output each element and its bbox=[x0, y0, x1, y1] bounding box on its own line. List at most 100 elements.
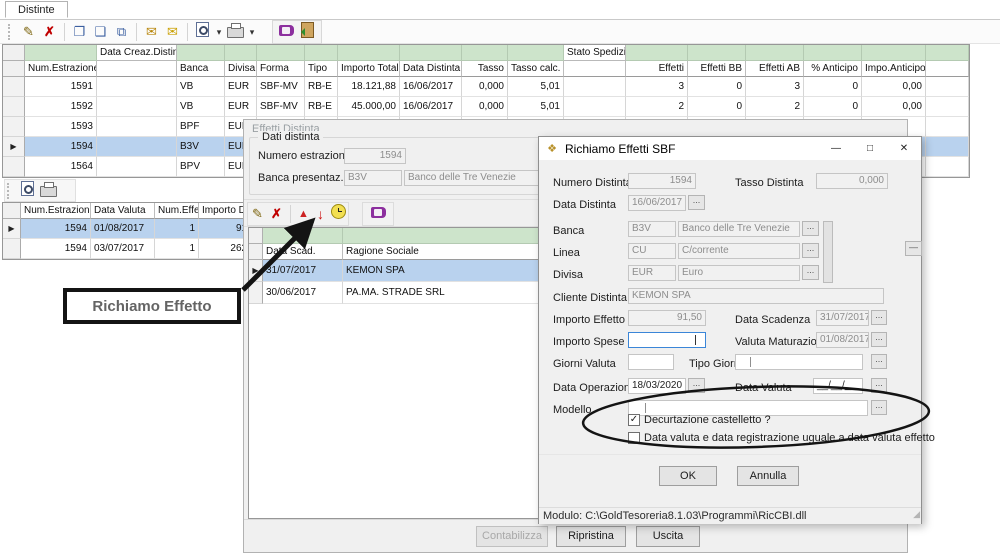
minimize-button[interactable]: — bbox=[819, 137, 853, 160]
richiamo-effetto-icon[interactable]: ↓ bbox=[312, 204, 329, 224]
help-book-icon[interactable] bbox=[368, 204, 389, 224]
column-header[interactable]: Tipo bbox=[305, 61, 338, 77]
row-selector[interactable] bbox=[3, 239, 21, 259]
column-header[interactable] bbox=[97, 61, 177, 77]
clock-icon[interactable] bbox=[329, 204, 348, 224]
mail-icon[interactable]: ✉ bbox=[162, 22, 183, 42]
column-header[interactable]: Data Scad. bbox=[263, 244, 343, 260]
column-header[interactable]: Banca bbox=[177, 61, 225, 77]
data-scadenza-field[interactable]: 31/07/2017 bbox=[816, 310, 869, 326]
column-header[interactable]: Effetti BB bbox=[688, 61, 746, 77]
row-selector-current[interactable]: ▶ bbox=[3, 137, 25, 157]
edit-icon[interactable]: ✎ bbox=[248, 204, 267, 224]
banca-browse-button[interactable]: ... bbox=[802, 221, 819, 236]
resize-grip-icon[interactable]: ◢ bbox=[913, 509, 920, 520]
column-header[interactable]: Impo.Anticipo bbox=[862, 61, 926, 77]
tipo-giorni-field[interactable] bbox=[735, 354, 863, 370]
column-header[interactable]: Data Valuta bbox=[91, 203, 155, 219]
row-selector[interactable] bbox=[3, 157, 25, 177]
data-operazione-browse-button[interactable]: ... bbox=[688, 378, 705, 393]
data-valuta-field[interactable]: __/__/____ bbox=[813, 378, 863, 394]
divisa-browse-button[interactable]: ... bbox=[802, 265, 819, 280]
help-book-icon[interactable] bbox=[276, 22, 297, 42]
print-icon[interactable] bbox=[38, 181, 59, 201]
toolbar-drag-handle[interactable] bbox=[8, 24, 13, 40]
data-valuta-browse-button[interactable]: ... bbox=[871, 378, 887, 393]
collapse-button[interactable]: — bbox=[905, 241, 922, 256]
delete-icon[interactable]: ✗ bbox=[267, 204, 286, 224]
data-distinta-field[interactable]: 16/06/2017 bbox=[628, 195, 686, 211]
column-header[interactable] bbox=[926, 61, 969, 77]
ripristina-button[interactable]: Ripristina bbox=[556, 526, 626, 547]
column-header[interactable]: % Anticipo bbox=[804, 61, 862, 77]
cascade-windows-icon[interactable]: ⧉ bbox=[111, 22, 132, 42]
column-header[interactable] bbox=[564, 61, 626, 77]
print-preview-icon[interactable] bbox=[17, 181, 38, 201]
table-row[interactable]: 1592VBEURSBF-MVRB-E45.000,0016/06/20170,… bbox=[3, 97, 969, 117]
vertical-scrollbar[interactable] bbox=[823, 221, 833, 283]
divisa-desc-field[interactable]: Euro bbox=[678, 265, 800, 281]
valuta-maturazione-field[interactable]: 01/08/2017 bbox=[816, 332, 869, 348]
data-distinta-browse-button[interactable]: ... bbox=[688, 195, 705, 210]
column-header[interactable]: Divisa bbox=[225, 61, 257, 77]
contabilizza-button[interactable]: Contabilizza bbox=[476, 526, 548, 547]
linea-code-field[interactable]: CU bbox=[628, 243, 676, 259]
giorni-valuta-field[interactable] bbox=[628, 354, 674, 370]
toolbar-drag-handle[interactable] bbox=[7, 183, 12, 199]
column-header[interactable]: Num.Estrazione bbox=[25, 61, 97, 77]
warning-triangle-icon[interactable]: ▲ bbox=[295, 204, 312, 224]
importo-spese-field[interactable] bbox=[628, 332, 706, 348]
column-header[interactable]: Num.Estrazione bbox=[21, 203, 91, 219]
row-selector-current[interactable]: ▶ bbox=[3, 219, 21, 239]
close-button[interactable]: ✕ bbox=[887, 137, 921, 160]
table-row[interactable]: ▶159401/08/2017191,50 bbox=[3, 219, 265, 239]
dialog-titlebar[interactable]: ❖ Richiamo Effetti SBF — □ ✕ bbox=[539, 137, 921, 160]
ok-button[interactable]: OK bbox=[659, 466, 717, 486]
banca-presentaz-code-field[interactable]: B3V bbox=[344, 170, 402, 186]
print-icon[interactable] bbox=[225, 22, 246, 42]
importo-effetto-field[interactable]: 91,50 bbox=[628, 310, 706, 326]
tipo-giorni-browse-button[interactable]: ... bbox=[871, 354, 887, 369]
column-group-header[interactable]: Stato Spedizione bbox=[564, 45, 626, 61]
tab-distinte[interactable]: Distinte bbox=[5, 1, 68, 18]
chevron-down-icon[interactable]: ▾ bbox=[213, 22, 225, 42]
column-header[interactable]: Tasso calc. bbox=[508, 61, 564, 77]
data-valuta-uguale-checkbox[interactable] bbox=[628, 432, 640, 444]
column-header[interactable]: Data Distinta bbox=[400, 61, 462, 77]
table-row[interactable]: 1591VBEURSBF-MVRB-E18.121,8816/06/20170,… bbox=[3, 77, 969, 97]
uscita-button[interactable]: Uscita bbox=[636, 526, 700, 547]
numero-estrazione-field[interactable]: 1594 bbox=[344, 148, 406, 164]
numero-distinta-field[interactable]: 1594 bbox=[628, 173, 696, 189]
divisa-code-field[interactable]: EUR bbox=[628, 265, 676, 281]
cliente-distinta-field[interactable]: KEMON SPA bbox=[628, 288, 884, 304]
banca-desc-field[interactable]: Banco delle Tre Venezie bbox=[678, 221, 800, 237]
row-selector[interactable] bbox=[249, 282, 263, 304]
data-operazione-field[interactable]: 18/03/2020 bbox=[628, 378, 686, 394]
decurtazione-checkbox[interactable]: ✓ bbox=[628, 414, 640, 426]
delete-icon[interactable]: ✗ bbox=[39, 22, 60, 42]
row-selector[interactable] bbox=[3, 77, 25, 97]
column-header[interactable]: Effetti bbox=[626, 61, 688, 77]
linea-browse-button[interactable]: ... bbox=[802, 243, 819, 258]
banca-code-field[interactable]: B3V bbox=[628, 221, 676, 237]
column-header[interactable]: Tasso bbox=[462, 61, 508, 77]
column-header[interactable]: Forma bbox=[257, 61, 305, 77]
maximize-button[interactable]: □ bbox=[853, 137, 887, 160]
export-mail-icon[interactable]: ✉ bbox=[141, 22, 162, 42]
row-selector[interactable] bbox=[3, 97, 25, 117]
valuta-maturazione-browse-button[interactable]: ... bbox=[871, 332, 887, 347]
annulla-button[interactable]: Annulla bbox=[737, 466, 799, 486]
column-header[interactable]: Num.Effetti bbox=[155, 203, 199, 219]
column-header[interactable]: Importo Totale bbox=[338, 61, 400, 77]
table-row[interactable]: 159403/07/20171262,30 bbox=[3, 239, 265, 259]
row-selector[interactable] bbox=[3, 117, 25, 137]
column-group-header[interactable]: Data Creaz.Distinta bbox=[97, 45, 177, 61]
modello-browse-button[interactable]: ... bbox=[871, 400, 887, 415]
print-preview-icon[interactable] bbox=[192, 22, 213, 42]
column-header[interactable]: Effetti AB bbox=[746, 61, 804, 77]
edit-icon[interactable]: ✎ bbox=[18, 22, 39, 42]
chevron-down-icon[interactable]: ▾ bbox=[246, 22, 258, 42]
exit-door-icon[interactable] bbox=[297, 22, 318, 42]
data-scadenza-browse-button[interactable]: ... bbox=[871, 310, 887, 325]
tasso-distinta-field[interactable]: 0,000 bbox=[816, 173, 888, 189]
